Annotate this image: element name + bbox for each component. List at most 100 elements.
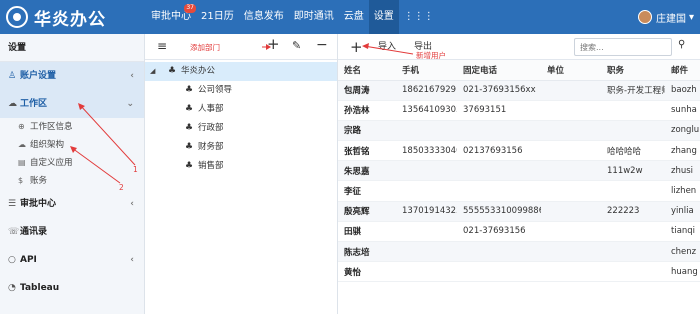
cell-position <box>601 241 665 263</box>
table-row[interactable]: 朱思嘉 111w2w zhusi <box>338 160 700 182</box>
cell-company <box>541 180 601 202</box>
logo-icon <box>6 6 28 28</box>
sidebar-subitem-org-structure[interactable]: ☁ 组织架构 <box>0 136 144 154</box>
sidebar-item-contacts[interactable]: ☏ 通讯录 <box>0 218 144 246</box>
cell-company <box>541 100 601 121</box>
tree-node-root[interactable]: ◢ ♣ 华炎办公 <box>145 62 337 81</box>
cell-name: 孙浩林 <box>338 100 396 121</box>
cell-position: 222223 <box>601 201 665 222</box>
table-row[interactable]: 殷亮辉 13701914323 555553310099886 222223 yinli… <box>338 201 700 222</box>
cell-name: 朱思嘉 <box>338 160 396 182</box>
tree-node[interactable]: ♣ 人事部 <box>145 100 337 119</box>
cloud-icon: ☁ <box>8 99 17 109</box>
nav-announcements[interactable]: 信息发布 <box>239 0 289 34</box>
org-node-icon: ♣ <box>185 85 194 95</box>
column-header-position[interactable]: 职务 <box>601 60 665 81</box>
users-table-body: 包周涛 18621679291 021-37693156xx 职务-开发工程师 baoz… <box>338 80 700 283</box>
settings-sidebar: 设置 ♙ 账户设置 ‹ ☁ 工作区 ⌄ ⊕ 工作区信息 ☁ 组织架构 ▤ 自定义… <box>0 34 145 314</box>
cell-phone: 021-37693156xx <box>457 80 541 101</box>
nav-calendar[interactable]: 21日历 <box>196 0 239 34</box>
nav-instant-messaging[interactable]: 即时通讯 <box>289 0 339 34</box>
sidebar-item-tableau[interactable]: ◔ Tableau <box>0 274 144 302</box>
cell-company <box>541 140 601 162</box>
column-header-phone[interactable]: 固定电话 <box>457 60 541 81</box>
cell-company <box>541 241 601 263</box>
cell-phone <box>457 241 541 263</box>
table-row[interactable]: 陈志培 chenz <box>338 241 700 263</box>
org-node-icon: ♣ <box>168 66 177 76</box>
sidebar-item-account-settings[interactable]: ♙ 账户设置 ‹ <box>0 62 144 90</box>
department-tree-panel: ≡ + ✎ − ◢ ♣ 华炎办公 ♣ 公司领导 ♣ 人事部 ♣ 行政部 ♣ 财务… <box>145 34 338 314</box>
cell-company <box>541 221 601 243</box>
cell-email: huang <box>665 261 700 283</box>
chevron-down-icon: ▾ <box>688 11 694 23</box>
cell-mobile: 13564109303 <box>396 100 457 121</box>
search-input[interactable] <box>574 38 672 56</box>
table-row[interactable]: 李征 lizhen <box>338 180 700 202</box>
chevron-left-icon: ‹ <box>130 255 134 265</box>
search-icon[interactable]: ⚲ <box>678 39 685 50</box>
user-icon: ♙ <box>8 71 17 81</box>
cell-name: 陈志培 <box>338 241 396 263</box>
nav-settings[interactable]: 设置 <box>368 0 399 34</box>
users-panel: + 导入 导出 ⚲ 姓名手机固定电话单位职务邮件 包周涛186216792910… <box>338 34 700 314</box>
user-menu[interactable]: 庄建国 ▾ <box>637 0 694 34</box>
cell-name: 李征 <box>338 180 396 202</box>
sidebar-subitem-workspace-info[interactable]: ⊕ 工作区信息 <box>0 118 144 136</box>
table-row[interactable]: 宗路 zonglu <box>338 120 700 142</box>
tree-toolbar: ≡ + ✎ − <box>145 34 337 60</box>
contacts-icon: ☏ <box>8 227 20 237</box>
table-row[interactable]: 包周涛 18621679291 021-37693156xx 职务-开发工程师 baoz… <box>338 80 700 101</box>
cell-phone: 021-37693156 <box>457 221 541 243</box>
logo[interactable]: 华炎办公 <box>6 4 142 30</box>
menu-icon[interactable]: ≡ <box>157 38 167 54</box>
tree-node[interactable]: ♣ 公司领导 <box>145 81 337 100</box>
column-header-name[interactable]: 姓名 <box>338 60 396 81</box>
cell-position <box>601 100 665 121</box>
cell-name: 殷亮辉 <box>338 201 396 222</box>
table-row[interactable]: 黄怡 huang <box>338 261 700 283</box>
cell-company <box>541 80 601 101</box>
sidebar-item-workspace[interactable]: ☁ 工作区 ⌄ <box>0 90 144 118</box>
cell-email: zonglu <box>665 120 700 142</box>
cell-company <box>541 120 601 142</box>
sidebar-subitem-custom-apps[interactable]: ▤ 自定义应用 <box>0 154 144 172</box>
add-department-button[interactable]: + <box>267 36 280 52</box>
tree-node[interactable]: ♣ 销售部 <box>145 157 337 176</box>
edit-icon[interactable]: ✎ <box>292 38 301 54</box>
table-row[interactable]: 田骐 021-37693156 tianqi <box>338 221 700 243</box>
apps-grid-icon[interactable]: ⋮⋮⋮ <box>399 0 439 34</box>
top-navbar: 华炎办公 审批中心 37 21日历 信息发布 即时通讯 云盘 设置 ⋮⋮⋮ 庄建… <box>0 0 700 34</box>
api-icon: ○ <box>8 255 16 265</box>
cell-email: sunha <box>665 100 700 121</box>
cell-name: 张哲铭 <box>338 140 396 162</box>
sidebar-item-api[interactable]: ○ API ‹ <box>0 246 144 274</box>
column-header-mobile[interactable]: 手机 <box>396 60 457 81</box>
tree-node[interactable]: ♣ 行政部 <box>145 119 337 138</box>
remove-department-button[interactable]: − <box>316 37 328 53</box>
table-row[interactable]: 孙浩林 13564109303 37693151 sunha <box>338 100 700 121</box>
users-table-wrapper: 姓名 手机 固定电话 单位 职务 邮件 包周涛 18621679291 021-3769315… <box>338 60 700 283</box>
table-row[interactable]: 张哲铭 18503333040 02137693156 哈哈哈哈 zhang <box>338 140 700 162</box>
tree-node[interactable]: ♣ 财务部 <box>145 138 337 157</box>
users-toolbar: + 导入 导出 ⚲ <box>338 34 700 60</box>
caret-down-icon[interactable]: ◢ <box>150 62 160 81</box>
column-header-email[interactable]: 邮件 <box>665 60 700 81</box>
logo-text: 华炎办公 <box>34 9 106 30</box>
nav-approval[interactable]: 审批中心 37 <box>146 0 196 34</box>
user-name: 庄建国 <box>655 13 686 25</box>
annotation-add-dept-label: 添加部门 <box>190 43 220 52</box>
cell-name: 宗路 <box>338 120 396 142</box>
import-button[interactable]: 导入 <box>378 34 396 60</box>
users-table: 姓名 手机 固定电话 单位 职务 邮件 包周涛 18621679291 021-3769315… <box>338 60 700 283</box>
cell-phone: 555553310099886 <box>457 201 541 222</box>
avatar <box>637 10 652 24</box>
cell-name: 包周涛 <box>338 80 396 101</box>
column-header-company[interactable]: 单位 <box>541 60 601 81</box>
sidebar-item-approval[interactable]: ☰ 审批中心 ‹ <box>0 190 144 218</box>
add-user-button[interactable]: + <box>350 34 363 60</box>
sidebar-item-label: 工作区 <box>20 99 48 109</box>
sidebar-title: 设置 <box>0 34 144 62</box>
cell-phone <box>457 261 541 283</box>
nav-cloud-drive[interactable]: 云盘 <box>339 0 369 34</box>
